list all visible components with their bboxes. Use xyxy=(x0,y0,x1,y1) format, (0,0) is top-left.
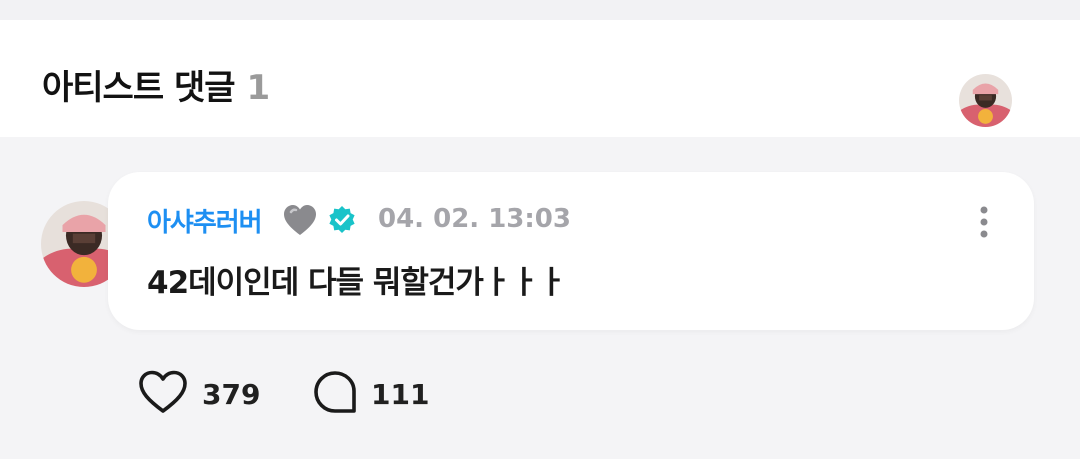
section-title: 아티스트 댓글 1 xyxy=(42,60,271,109)
like-count: 379 xyxy=(202,377,261,411)
comment-timestamp: 04. 02. 13:03 xyxy=(378,204,571,234)
speech-bubble-icon xyxy=(313,370,357,418)
reply-button[interactable]: 111 xyxy=(313,370,429,418)
more-options-icon[interactable] xyxy=(968,202,1000,242)
grey-heart-icon xyxy=(283,204,317,238)
author-name[interactable]: 아샤추러버 xyxy=(147,202,263,239)
reply-count: 111 xyxy=(371,377,430,411)
comment-count: 1 xyxy=(246,68,271,108)
artist-avatar[interactable] xyxy=(959,74,1012,127)
comment-card: 아샤추러버 04. 02. 13:03 42데이인데 다들 뭐할건가ㅏㅏㅏ xyxy=(108,172,1034,330)
heart-outline-icon xyxy=(138,370,188,418)
section-title-label: 아티스트 댓글 xyxy=(42,68,236,108)
top-strip xyxy=(0,0,1080,20)
verified-badge-icon xyxy=(327,205,357,235)
like-button[interactable]: 379 xyxy=(138,370,260,418)
comment-body: 42데이인데 다들 뭐할건가ㅏㅏㅏ xyxy=(147,265,566,301)
